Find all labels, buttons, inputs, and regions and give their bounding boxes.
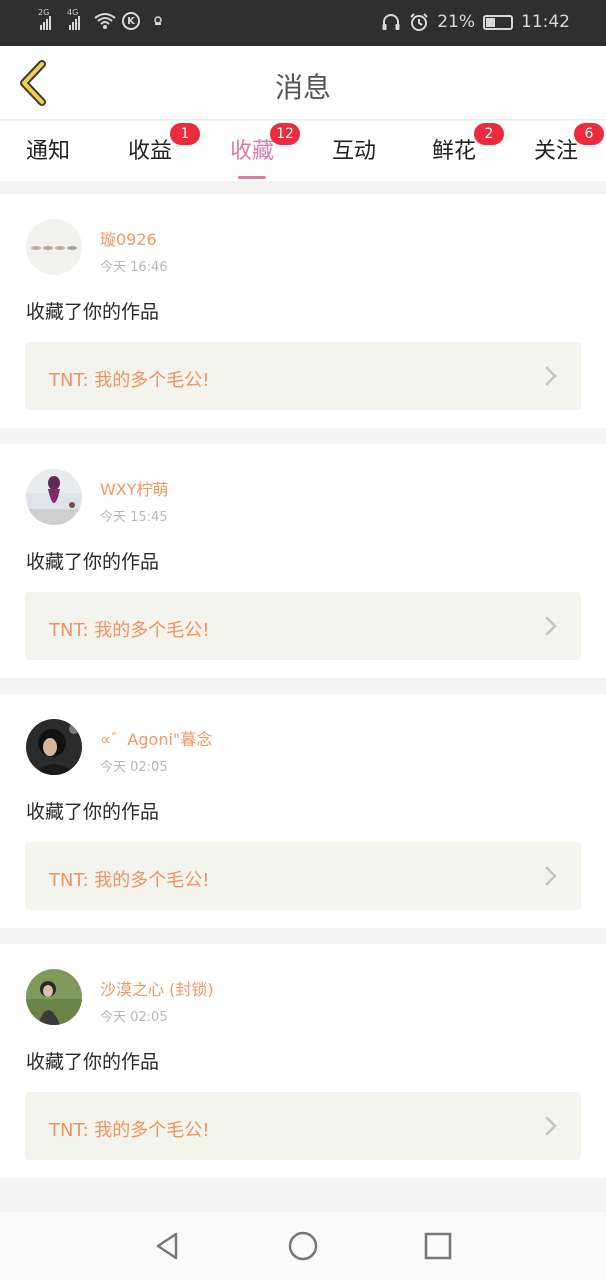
action-text: 收藏了你的作品 [26, 801, 160, 823]
user-name[interactable]: 沙漠之心 (封锁) [100, 976, 214, 1000]
user-name[interactable]: WXY柠萌 [100, 476, 169, 500]
list-item[interactable]: ∝゛Agoni"暮念 今天 02:05 收藏了你的作品 TNT: 我的多个毛公! [0, 694, 606, 928]
avatar-image [26, 219, 82, 275]
square-recent-icon[interactable] [422, 1230, 454, 1262]
timestamp: 今天 02:05 [100, 760, 168, 775]
tab-badge: 1 [170, 123, 200, 145]
action-text: 收藏了你的作品 [26, 1051, 160, 1073]
active-tab-indicator [238, 176, 267, 179]
tab-favorites[interactable]: 收藏 12 [230, 123, 300, 179]
circle-home-icon[interactable] [287, 1230, 319, 1262]
status-left: 2G 4G K [38, 8, 164, 30]
tab-label: 鲜花 [432, 139, 477, 164]
work-link[interactable]: TNT: 我的多个毛公! [25, 842, 581, 910]
page-title: 消息 [274, 71, 331, 104]
tab-label: 关注 [534, 139, 579, 164]
signal-icon: 2G [38, 8, 51, 30]
network-type-label-2: 4G [67, 8, 79, 17]
battery-percent: 21% [437, 12, 475, 32]
tab-badge: 2 [474, 123, 504, 145]
tab-bar: 通知 收益 1 收藏 12 互动 鲜花 2 关注 6 [0, 121, 606, 181]
work-title: TNT: 我的多个毛公! [49, 620, 210, 641]
avatar[interactable] [26, 469, 82, 525]
chevron-right-icon [545, 366, 557, 386]
list-item[interactable]: 璇0926 今天 16:46 收藏了你的作品 TNT: 我的多个毛公! [0, 194, 606, 428]
avatar-image [26, 719, 82, 775]
avatar[interactable] [26, 719, 82, 775]
alarm-icon [410, 13, 428, 31]
action-text: 收藏了你的作品 [26, 301, 160, 323]
user-name[interactable]: 璇0926 [100, 226, 157, 250]
avatar-image [26, 469, 82, 525]
notification-app-icon [154, 16, 162, 25]
action-text: 收藏了你的作品 [26, 551, 160, 573]
user-name[interactable]: ∝゛Agoni"暮念 [100, 726, 212, 750]
tab-label: 互动 [332, 139, 377, 164]
tab-earnings[interactable]: 收益 1 [128, 123, 200, 165]
chevron-right-icon [545, 1116, 557, 1136]
timestamp: 今天 02:05 [100, 1010, 168, 1025]
tab-badge: 12 [270, 123, 300, 145]
work-title: TNT: 我的多个毛公! [49, 1120, 210, 1141]
tab-following[interactable]: 关注 6 [534, 123, 604, 165]
timestamp: 今天 16:46 [100, 260, 168, 275]
clock: 11:42 [521, 12, 570, 32]
work-link[interactable]: TNT: 我的多个毛公! [25, 592, 581, 660]
status-right: 21% 11:42 [381, 12, 570, 32]
tab-label: 收益 [128, 139, 173, 164]
chevron-right-icon [545, 866, 557, 886]
k-app-icon: K [122, 12, 140, 30]
tab-interactions[interactable]: 互动 [332, 133, 376, 165]
avatar[interactable] [26, 969, 82, 1025]
timestamp: 今天 15:45 [100, 510, 168, 525]
work-link[interactable]: TNT: 我的多个毛公! [25, 1092, 581, 1160]
list-item[interactable]: 沙漠之心 (封锁) 今天 02:05 收藏了你的作品 TNT: 我的多个毛公! [0, 944, 606, 1178]
battery-icon [483, 14, 513, 30]
work-title: TNT: 我的多个毛公! [49, 870, 210, 891]
tab-flowers[interactable]: 鲜花 2 [432, 123, 504, 165]
tab-notice[interactable]: 通知 [26, 133, 70, 165]
work-link[interactable]: TNT: 我的多个毛公! [25, 342, 581, 410]
status-bar: 2G 4G K 21% 11:42 [0, 0, 606, 46]
tab-label: 收藏 [230, 139, 275, 164]
app-header: 消息 [0, 46, 606, 120]
signal-icon-2: 4G [67, 8, 80, 30]
triangle-back-icon[interactable] [152, 1230, 184, 1262]
work-title: TNT: 我的多个毛公! [49, 370, 210, 391]
system-nav-bar [0, 1212, 606, 1280]
avatar-image [26, 969, 82, 1025]
tab-badge: 6 [574, 123, 604, 145]
headphones-icon [382, 14, 400, 30]
wifi-icon [94, 13, 116, 29]
chevron-right-icon [545, 616, 557, 636]
list-item[interactable]: WXY柠萌 今天 15:45 收藏了你的作品 TNT: 我的多个毛公! [0, 444, 606, 678]
avatar[interactable] [26, 219, 82, 275]
tab-label: 通知 [26, 139, 71, 164]
network-type-label: 2G [38, 8, 50, 17]
